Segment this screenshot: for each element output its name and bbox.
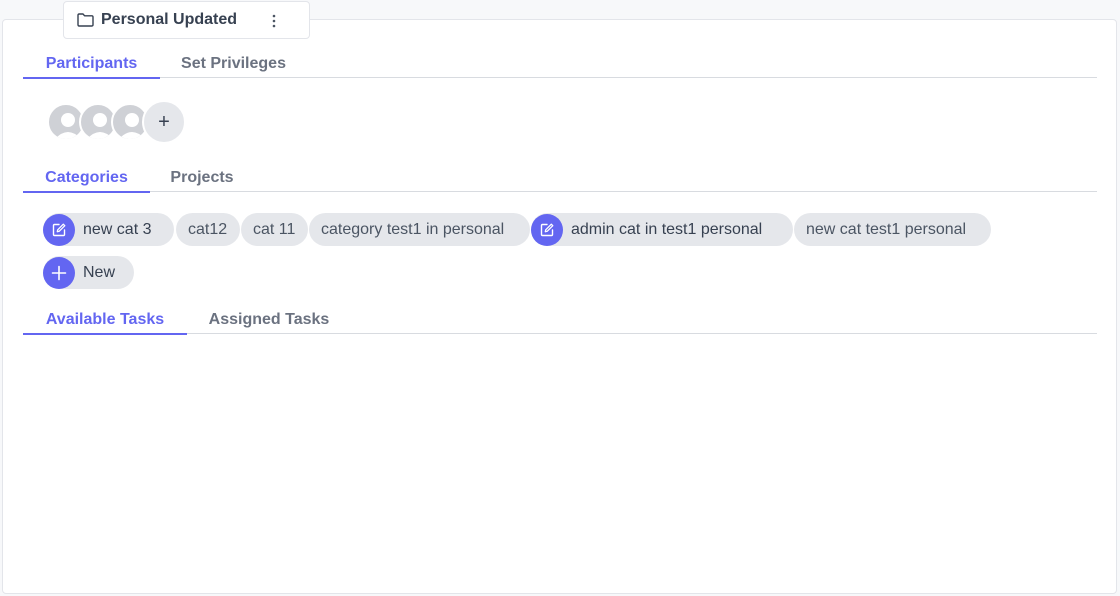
edit-icon[interactable]	[43, 213, 75, 246]
category-chip[interactable]: category test1 in personal	[309, 213, 530, 246]
new-category-button[interactable]: New	[43, 256, 134, 289]
category-chip[interactable]: cat 11	[241, 213, 308, 246]
category-chip[interactable]: new cat 3	[43, 213, 174, 246]
tab-categories[interactable]: Categories	[23, 166, 150, 193]
category-label: cat12	[188, 220, 228, 238]
categories-tabbar: Categories Projects	[23, 166, 1097, 193]
folder-title-tab[interactable]: Personal Updated	[63, 1, 310, 39]
category-label: new cat test1 personal	[806, 220, 967, 238]
folder-title: Personal Updated	[101, 11, 238, 28]
category-chip[interactable]: cat12	[176, 213, 240, 246]
tab-set-privileges[interactable]: Set Privileges	[160, 52, 307, 78]
folder-icon	[77, 13, 94, 27]
tab-projects[interactable]: Projects	[150, 166, 254, 192]
category-label: cat 11	[253, 220, 296, 238]
category-chip[interactable]: new cat test1 personal	[794, 213, 991, 246]
category-label: category test1 in personal	[321, 220, 505, 238]
participants-tabbar: Participants Set Privileges	[23, 52, 1097, 79]
kebab-menu-icon[interactable]	[264, 11, 284, 31]
new-category-label: New	[83, 263, 116, 281]
tab-assigned-tasks[interactable]: Assigned Tasks	[187, 308, 351, 334]
tasks-tabbar: Available Tasks Assigned Tasks	[23, 308, 1097, 335]
plus-icon	[43, 256, 75, 289]
add-participant-button[interactable]: +	[142, 100, 186, 144]
edit-icon[interactable]	[531, 213, 563, 246]
tab-participants[interactable]: Participants	[23, 52, 160, 79]
tab-available-tasks[interactable]: Available Tasks	[23, 308, 187, 335]
category-label: new cat 3	[83, 220, 152, 238]
category-label: admin cat in test1 personal	[571, 220, 763, 238]
category-chip[interactable]: admin cat in test1 personal	[531, 213, 793, 246]
